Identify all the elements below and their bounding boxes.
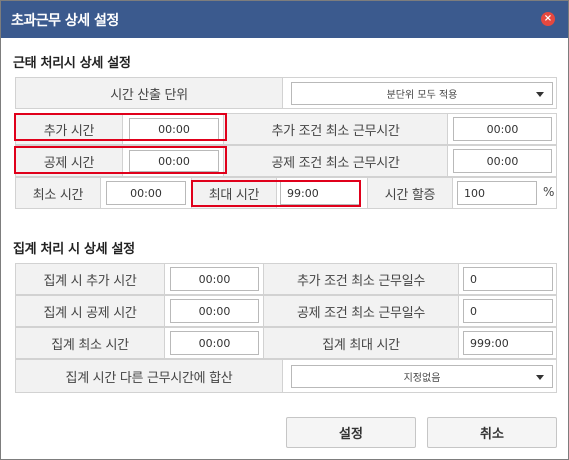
chevron-down-icon — [536, 374, 544, 380]
cancel-button[interactable]: 취소 — [427, 417, 557, 448]
add-min-hours-input[interactable]: 00:00 — [453, 117, 552, 141]
summary-deduct-time-label: 집계 시 공제 시간 — [15, 295, 165, 327]
summary-deduct-min-days-input[interactable]: 0 — [463, 299, 553, 323]
summary-add-min-days-label: 추가 조건 최소 근무일수 — [263, 263, 459, 295]
summary-merge-select[interactable]: 지정없음 — [291, 365, 553, 388]
summary-max-time-input[interactable]: 999:00 — [463, 331, 553, 355]
summary-min-time-input[interactable]: 00:00 — [170, 331, 259, 355]
summary-add-min-days-input[interactable]: 0 — [463, 267, 553, 291]
summary-max-time-label: 집계 최대 시간 — [263, 327, 459, 359]
add-time-highlight — [14, 113, 227, 141]
detail-section-title: 근태 처리시 상세 설정 — [13, 56, 131, 71]
min-time-label: 최소 시간 — [15, 177, 101, 209]
deduct-time-highlight — [14, 146, 227, 174]
max-time-highlight — [191, 180, 361, 207]
summary-min-time-label: 집계 최소 시간 — [15, 327, 165, 359]
summary-deduct-time-input[interactable]: 00:00 — [170, 299, 259, 323]
premium-unit: % — [543, 185, 555, 199]
chevron-down-icon — [536, 91, 544, 97]
deduct-min-hours-input[interactable]: 00:00 — [453, 149, 552, 173]
summary-add-time-label: 집계 시 추가 시간 — [15, 263, 165, 295]
min-time-input[interactable]: 00:00 — [106, 181, 186, 205]
summary-merge-label: 집계 시간 다른 근무시간에 합산 — [15, 359, 283, 393]
confirm-button[interactable]: 설정 — [286, 417, 416, 448]
summary-add-time-input[interactable]: 00:00 — [170, 267, 259, 291]
close-icon[interactable]: × — [541, 12, 555, 26]
summary-deduct-min-days-label: 공제 조건 최소 근무일수 — [263, 295, 459, 327]
dialog-titlebar: 초과근무 상세 설정 × — [1, 1, 568, 38]
summary-section-title: 집계 처리 시 상세 설정 — [13, 242, 135, 257]
time-unit-select[interactable]: 분단위 모두 적용 — [291, 82, 553, 105]
time-unit-value: 분단위 모두 적용 — [386, 90, 458, 101]
premium-input[interactable]: 100 — [457, 181, 537, 205]
time-unit-label: 시간 산출 단위 — [15, 77, 283, 109]
overtime-settings-dialog: 초과근무 상세 설정 × 근태 처리시 상세 설정 시간 산출 단위 분단위 모… — [0, 0, 569, 460]
add-min-hours-label: 추가 조건 최소 근무시간 — [223, 113, 448, 145]
dialog-title: 초과근무 상세 설정 — [11, 13, 119, 29]
deduct-min-hours-label: 공제 조건 최소 근무시간 — [223, 145, 448, 177]
summary-merge-value: 지정없음 — [403, 373, 441, 384]
premium-label: 시간 할증 — [367, 177, 453, 209]
